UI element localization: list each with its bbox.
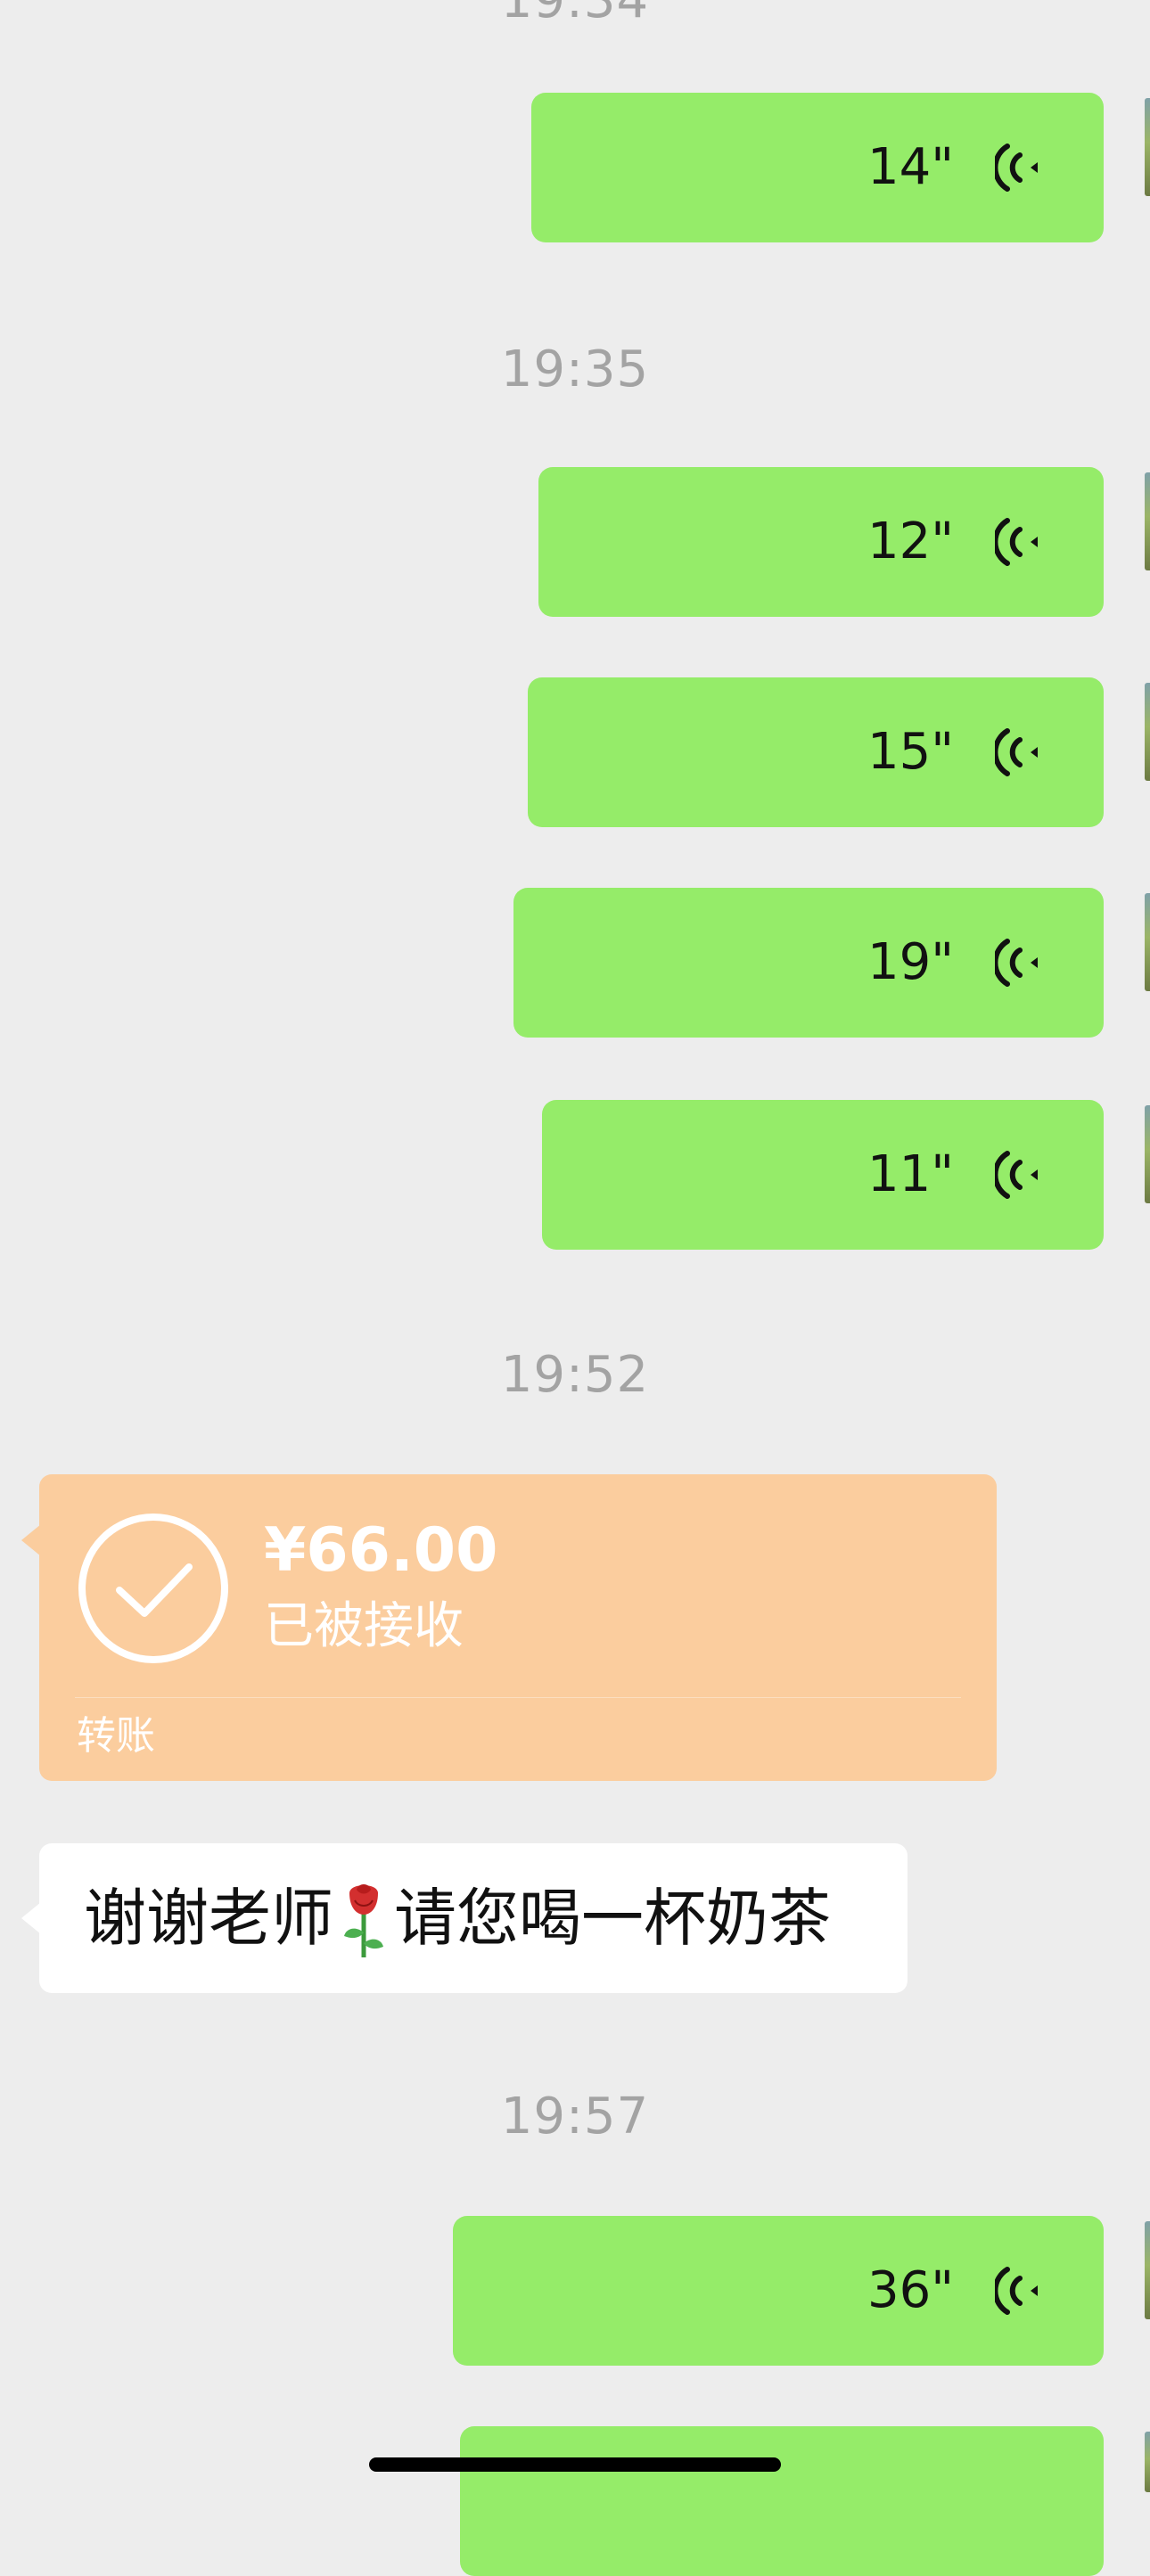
voice-duration: 36"	[867, 2261, 954, 2319]
transfer-amount: ¥66.00	[264, 1515, 498, 1586]
avatar[interactable]	[1145, 98, 1150, 196]
avatar[interactable]	[1145, 472, 1150, 570]
voice-wave-icon	[995, 939, 1038, 987]
voice-message[interactable]: 12"	[538, 467, 1104, 617]
voice-wave-icon	[995, 728, 1038, 776]
avatar[interactable]	[1145, 1105, 1150, 1203]
timestamp: 19:34	[500, 0, 650, 29]
voice-duration: 14"	[867, 138, 954, 196]
message-text-part: 谢谢老师	[84, 1882, 333, 1955]
voice-message[interactable]: ⁠	[460, 2426, 1104, 2576]
voice-duration: 19"	[867, 933, 954, 991]
timestamp: 19:52	[500, 1346, 650, 1404]
voice-message[interactable]: 36"	[453, 2216, 1104, 2366]
home-indicator[interactable]	[369, 2457, 781, 2472]
voice-wave-icon	[995, 1151, 1038, 1199]
voice-message[interactable]: 15"	[528, 677, 1104, 827]
avatar[interactable]	[1145, 2221, 1150, 2319]
voice-duration: 11"	[867, 1145, 954, 1203]
message-text: 谢谢老师 请您喝一杯奶茶	[84, 1843, 831, 1993]
voice-message[interactable]: 11"	[542, 1100, 1104, 1250]
chat-view: 19:34 14" 19:35 12" 15" 19" 11" 19:52 ¥6…	[0, 0, 1150, 2576]
text-message[interactable]: 谢谢老师 请您喝一杯奶茶	[21, 1843, 908, 1993]
transfer-divider	[75, 1697, 961, 1698]
voice-wave-icon	[995, 2267, 1038, 2315]
timestamp: 19:35	[500, 340, 650, 398]
avatar[interactable]	[1145, 2432, 1150, 2492]
voice-message[interactable]: 14"	[531, 93, 1104, 242]
check-circle-icon	[78, 1514, 228, 1663]
message-text-part: 请您喝一杯奶茶	[394, 1882, 831, 1955]
rose-emoji	[344, 1884, 383, 1957]
voice-wave-icon	[995, 518, 1038, 566]
voice-duration: 12"	[867, 513, 954, 570]
timestamp: 19:57	[500, 2088, 650, 2145]
voice-message[interactable]: 19"	[513, 888, 1104, 1038]
voice-duration: 15"	[867, 723, 954, 781]
transfer-label: 转账	[77, 1713, 155, 1759]
transfer-card[interactable]: ¥66.00 已被接收 转账	[21, 1474, 997, 1781]
transfer-status: 已被接收	[264, 1597, 464, 1655]
voice-wave-icon	[995, 144, 1038, 192]
avatar[interactable]	[1145, 683, 1150, 781]
avatar[interactable]	[1145, 893, 1150, 991]
